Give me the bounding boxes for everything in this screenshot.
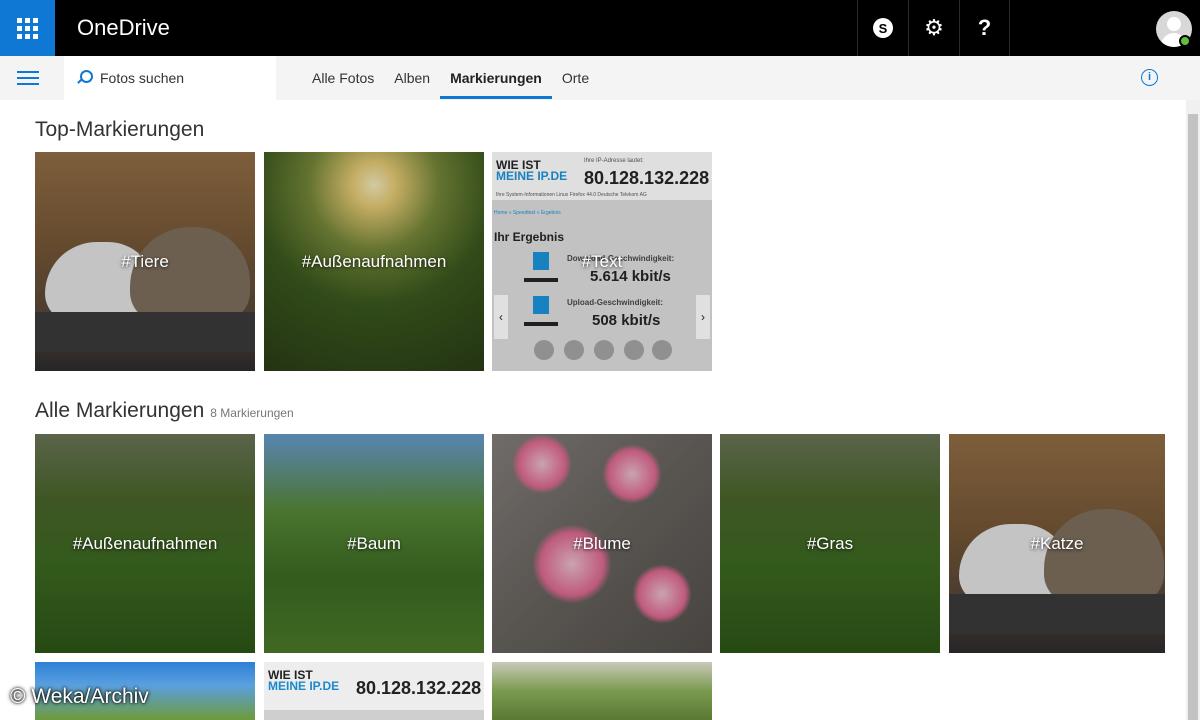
top-tags-heading: Top-Markierungen bbox=[35, 118, 205, 141]
command-bar: Fotos suchen Alle Fotos Alben Markierung… bbox=[0, 56, 1200, 100]
search-placeholder: Fotos suchen bbox=[100, 70, 185, 86]
tag-label: #Katze bbox=[1030, 533, 1084, 553]
gear-icon: ⚙ bbox=[924, 15, 944, 40]
tag-label: #Baum bbox=[347, 533, 401, 553]
tag-tile-baum[interactable]: #Baum bbox=[264, 434, 484, 653]
tab-orte[interactable]: Orte bbox=[552, 56, 599, 100]
tag-tile-aussenaufnahmen-all[interactable]: #Außenaufnahmen bbox=[35, 434, 255, 653]
search-input[interactable]: Fotos suchen bbox=[64, 56, 276, 100]
tag-label: #Tiere bbox=[121, 251, 169, 271]
presence-indicator bbox=[1179, 35, 1191, 47]
app-title[interactable]: OneDrive bbox=[77, 15, 170, 41]
view-tabs: Alle Fotos Alben Markierungen Orte bbox=[302, 56, 599, 100]
tag-tile-blume[interactable]: #Blume bbox=[492, 434, 712, 653]
top-bar: OneDrive S ⚙ ? bbox=[0, 0, 1200, 56]
tag-label: #Gras bbox=[806, 533, 854, 553]
tab-alle-fotos[interactable]: Alle Fotos bbox=[302, 56, 384, 100]
tag-count: 8 Markierungen bbox=[210, 406, 294, 420]
hamburger-menu-icon[interactable] bbox=[17, 71, 39, 85]
tag-tile-partial[interactable] bbox=[492, 662, 712, 720]
all-tags-heading: Alle Markierungen 8 Markierungen bbox=[35, 399, 294, 423]
tab-markierungen[interactable]: Markierungen bbox=[440, 56, 552, 100]
tag-tile-gras[interactable]: #Gras bbox=[720, 434, 940, 653]
help-button[interactable]: ? bbox=[959, 0, 1010, 56]
tab-alben[interactable]: Alben bbox=[384, 56, 440, 100]
tag-label: #Text bbox=[581, 251, 623, 271]
scrollbar-thumb[interactable] bbox=[1188, 114, 1198, 720]
skype-button[interactable]: S bbox=[857, 0, 908, 56]
tag-label: #Außenaufnahmen bbox=[72, 533, 218, 553]
skype-icon: S bbox=[873, 18, 893, 38]
watermark: © Weka/Archiv bbox=[10, 685, 149, 708]
all-tags-title: Alle Markierungen bbox=[35, 399, 205, 422]
tag-tile-text[interactable]: WIE IST MEINE IP.DE Ihre IP-Adresse laute… bbox=[492, 152, 712, 371]
info-icon[interactable]: i bbox=[1141, 69, 1158, 86]
tag-tile-partial[interactable]: WIE IST MEINE IP.DE 80.128.132.228 bbox=[264, 662, 484, 720]
tag-label: #Blume bbox=[573, 533, 631, 553]
tag-tile-katze[interactable]: #Katze bbox=[949, 434, 1165, 653]
search-icon bbox=[76, 70, 93, 86]
help-icon: ? bbox=[977, 15, 992, 40]
tag-tile-aussenaufnahmen[interactable]: #Außenaufnahmen bbox=[264, 152, 484, 371]
tag-label: #Außenaufnahmen bbox=[301, 251, 447, 271]
settings-button[interactable]: ⚙ bbox=[908, 0, 959, 56]
tag-tile-tiere[interactable]: #Tiere bbox=[35, 152, 255, 371]
scrollbar[interactable] bbox=[1186, 100, 1200, 720]
app-launcher-icon[interactable] bbox=[0, 0, 55, 56]
